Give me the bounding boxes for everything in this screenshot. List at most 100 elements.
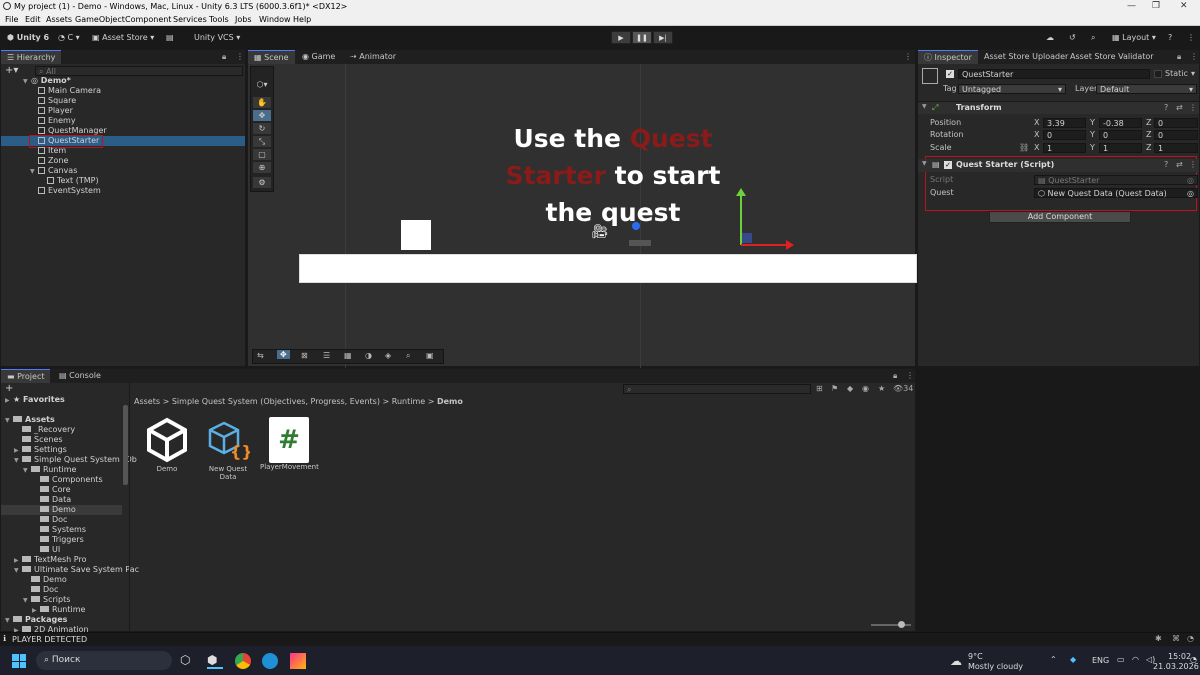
active-checkbox[interactable]: ✓	[946, 70, 954, 78]
network-icon[interactable]: ⌘	[1172, 634, 1180, 643]
hierarchy-item-canvas[interactable]: ▼ Canvas	[30, 166, 77, 176]
menu-gameobject[interactable]: GameObject	[75, 15, 125, 24]
hierarchy-item-enemy[interactable]: Enemy	[38, 116, 76, 126]
hand-tool-icon[interactable]: ✋	[253, 97, 271, 108]
project-search-input[interactable]: ⌕	[623, 384, 811, 394]
expand-arrow-icon[interactable]: ▼	[5, 616, 13, 626]
close-icon[interactable]: ✕	[1180, 1, 1188, 11]
move-tool-icon[interactable]: ✥	[253, 110, 271, 121]
rotation-y-field[interactable]: 0	[1099, 130, 1142, 140]
more-icon[interactable]: ⋮	[1189, 103, 1197, 112]
history-icon[interactable]: ↺	[1065, 31, 1080, 45]
view-dropdown-icon[interactable]: ⬡▾	[253, 79, 271, 90]
notification-icon[interactable]: ◔	[1190, 655, 1197, 664]
breadcrumb-item[interactable]: Simple Quest System (Objectives, Progres…	[172, 397, 380, 406]
project-tree-item[interactable]: Scenes	[14, 435, 63, 445]
layout-dropdown[interactable]: ▦ Layout ▾	[1108, 31, 1160, 45]
unity-hub-icon[interactable]: ⬡	[180, 653, 196, 669]
favorites-header[interactable]: ▶ ★ Favorites	[5, 395, 65, 405]
expand-arrow-icon[interactable]: ▶	[5, 396, 13, 406]
project-tree-item[interactable]: ▶ TextMesh Pro	[14, 555, 86, 565]
menu-window[interactable]: Window	[259, 15, 291, 24]
zoom-icon[interactable]: ⌕	[406, 351, 410, 361]
pause-button[interactable]: ❚❚	[632, 31, 652, 44]
project-tree-item[interactable]: UI	[32, 545, 60, 555]
x-axis-arrow-icon[interactable]	[786, 240, 794, 250]
project-tree-item[interactable]: Demo	[23, 575, 67, 585]
grid-icon[interactable]: ▦	[344, 351, 352, 360]
tray-app-icon[interactable]: ◆	[1070, 655, 1076, 664]
project-tree-item[interactable]: ▼ Scripts	[23, 595, 70, 605]
tab-game[interactable]: ◉ Game	[296, 50, 341, 64]
hierarchy-item-eventsystem[interactable]: EventSystem	[38, 186, 101, 196]
menu-tools[interactable]: Tools	[209, 15, 229, 24]
help-icon[interactable]: ?	[1164, 103, 1168, 112]
wifi-icon[interactable]: ◠	[1132, 655, 1139, 664]
cloud-icon[interactable]: ☁	[1042, 31, 1058, 45]
layers-icon[interactable]: ◈	[385, 351, 391, 360]
clock-time[interactable]: 15:02	[1168, 652, 1191, 661]
project-tree-item[interactable]: Doc	[23, 585, 58, 595]
project-tree-item[interactable]: _Recovery	[14, 425, 75, 435]
align-icon[interactable]: ☰	[323, 351, 330, 360]
scene-root[interactable]: ▼ ◎ Demo*	[23, 76, 71, 86]
progress-icon[interactable]: ◔	[1187, 634, 1194, 643]
layer-dropdown[interactable]: Default ▾	[1096, 84, 1197, 94]
object-name-input[interactable]: QuestStarter	[958, 69, 1150, 79]
filter-icon[interactable]: ⚑	[831, 384, 838, 393]
minimize-icon[interactable]: —	[1127, 1, 1136, 11]
weather-desc[interactable]: Mostly cloudy	[968, 662, 1023, 671]
grid-snap-icon[interactable]: ⊠	[301, 351, 308, 360]
position-x-field[interactable]: 3.39	[1043, 118, 1086, 128]
splitter[interactable]	[129, 383, 130, 633]
windows-start-icon[interactable]	[12, 654, 26, 668]
y-axis-arrow-icon[interactable]	[736, 188, 746, 196]
icon-size-slider[interactable]	[871, 624, 911, 626]
add-icon[interactable]: +	[5, 383, 13, 394]
preset-icon[interactable]: ⇄	[1176, 160, 1183, 169]
project-tree-item[interactable]: ▼ Runtime	[23, 465, 76, 475]
language-indicator[interactable]: ENG	[1092, 656, 1109, 665]
project-tree-item[interactable]: Components	[32, 475, 103, 485]
rotate-tool-icon[interactable]: ↻	[253, 123, 271, 134]
tab-console[interactable]: ▤ Console	[53, 369, 107, 383]
expand-arrow-icon[interactable]: ▼	[23, 596, 31, 606]
component-enabled-checkbox[interactable]: ✓	[944, 161, 952, 169]
project-tree-item[interactable]: ▼ Assets	[5, 415, 55, 425]
breadcrumb-item[interactable]: Runtime	[392, 397, 425, 406]
lock-icon[interactable]: 🔒︎	[1177, 52, 1181, 62]
rect-tool-icon[interactable]: ▢	[253, 149, 271, 160]
add-component-button[interactable]: Add Component	[989, 211, 1131, 223]
weather-icon[interactable]: ☁	[950, 654, 962, 668]
project-tree-item[interactable]: Doc	[32, 515, 67, 525]
more-icon[interactable]: ⋮	[236, 52, 244, 61]
link-scale-icon[interactable]: ⛓	[1019, 143, 1029, 153]
hierarchy-item-player[interactable]: Player	[38, 106, 73, 116]
hierarchy-search-input[interactable]: ⌕ All	[35, 66, 243, 76]
ground-sprite[interactable]	[299, 254, 917, 283]
expand-arrow-icon[interactable]: ▼	[23, 77, 31, 87]
camera-gizmo-icon[interactable]: 🎥︎	[591, 224, 609, 240]
collapse-arrow-icon[interactable]: ▼	[922, 160, 927, 167]
snap-icon[interactable]: ⇆	[257, 351, 264, 360]
step-button[interactable]: ▶|	[653, 31, 673, 44]
tab-asset-store-uploader[interactable]: Asset Store Uploader	[978, 50, 1074, 64]
more-icon[interactable]: ⋮	[1190, 52, 1198, 61]
rotation-x-field[interactable]: 0	[1043, 130, 1086, 140]
more-icon[interactable]: ⋮	[1189, 160, 1197, 169]
preset-icon[interactable]: ⇄	[1176, 103, 1183, 112]
breadcrumb-item[interactable]: Assets	[134, 397, 160, 406]
visibility-icon[interactable]: ◉	[862, 384, 869, 393]
project-tree-item[interactable]: ▼ Simple Quest System (Ob	[14, 455, 137, 465]
taskbar-search-input[interactable]: ⌕ Поиск	[36, 651, 172, 670]
bug-icon[interactable]: ✱	[1155, 634, 1162, 643]
scale-y-field[interactable]: 1	[1099, 143, 1142, 153]
project-tree-item[interactable]: Triggers	[32, 535, 84, 545]
ide-icon[interactable]	[290, 653, 306, 669]
help-icon[interactable]: ?	[1164, 160, 1168, 169]
scale-z-field[interactable]: 1	[1154, 143, 1198, 153]
expand-arrow-icon[interactable]: ▼	[14, 566, 22, 576]
static-dropdown-icon[interactable]: ▾	[1191, 69, 1195, 79]
unity-editor-icon[interactable]: ⬢	[207, 653, 223, 669]
expand-arrow-icon[interactable]: ▼	[30, 167, 38, 177]
